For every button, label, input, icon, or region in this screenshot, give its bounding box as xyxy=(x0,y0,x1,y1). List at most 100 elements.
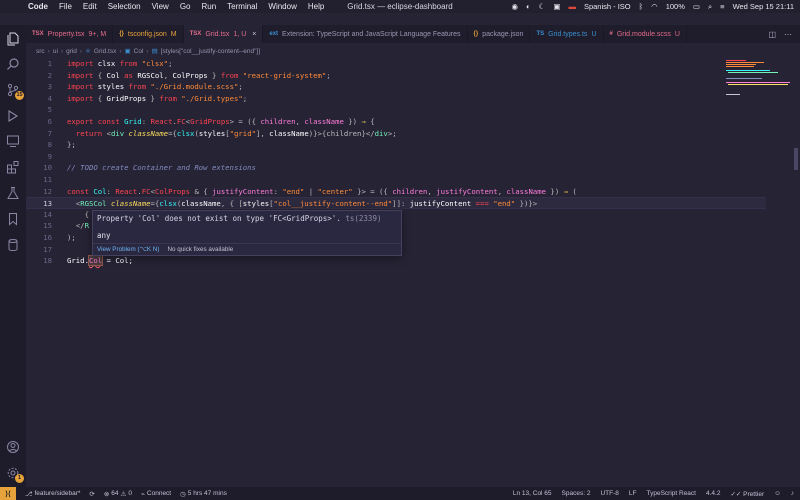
code-line[interactable]: 11 xyxy=(26,174,766,186)
code-editor[interactable]: 1 import clsx from "clsx"; 2 import { Col a… xyxy=(26,58,786,486)
code-line[interactable]: 18 Grid.Col = Col; xyxy=(26,255,766,267)
remote-explorer-icon[interactable] xyxy=(5,133,21,149)
tab-extension-typescript-and-javascript-language-features[interactable]: ext Extension: TypeScript and JavaScript … xyxy=(263,25,468,43)
code-token: "grid" xyxy=(229,128,256,138)
code-token: < xyxy=(67,199,81,209)
breadcrumb-file[interactable]: Grid.tsx xyxy=(94,48,116,55)
remote-indicator-icon[interactable]: ⟩⟨ xyxy=(0,487,16,500)
code-line[interactable]: 4 import { GridProps } from "./Grid.types… xyxy=(26,93,766,105)
flag-icon: ▬ xyxy=(568,2,576,11)
code-line[interactable]: 12 const Col: React.FC<ColProps & { justi… xyxy=(26,186,766,198)
menu-window[interactable]: Window xyxy=(268,2,296,11)
cursor-position[interactable]: Ln 13, Col 65 xyxy=(513,490,552,498)
battery-percent[interactable]: 100% xyxy=(666,2,685,11)
code-line[interactable]: 2 import { Col as RGSCol, ColProps } from… xyxy=(26,70,766,82)
vertical-scrollbar[interactable] xyxy=(794,148,798,170)
code-line[interactable]: 8}; xyxy=(26,139,766,151)
settings-gear-icon[interactable]: 1 xyxy=(5,465,24,483)
code-line[interactable]: 6 export const Grid: React.FC<GridProps> … xyxy=(26,116,766,128)
notifications-icon[interactable]: ♪ xyxy=(791,490,794,498)
search-icon[interactable]: ⌕ xyxy=(708,2,712,12)
code-token: Col xyxy=(106,70,125,80)
code-token: | xyxy=(304,186,318,196)
menu-edit[interactable]: Edit xyxy=(83,2,97,11)
breadcrumb-symbol[interactable]: Col xyxy=(134,48,144,55)
language-mode[interactable]: TypeScript React xyxy=(646,490,696,498)
line-number: 2 xyxy=(47,70,52,80)
code-line[interactable]: 13 <RGSCol className={clsx(className, { … xyxy=(26,197,766,209)
view-problem-link[interactable]: View Problem (⌥K N) xyxy=(97,246,159,253)
line-number: 8 xyxy=(47,140,52,150)
tab-package-json[interactable]: {} package.json xyxy=(468,25,531,43)
plug-icon: ⌁ xyxy=(140,490,145,498)
property-icon: ▤ xyxy=(151,48,158,55)
account-icon[interactable] xyxy=(5,439,21,455)
source-control-icon[interactable]: 15 xyxy=(5,82,24,100)
code-token: as xyxy=(124,70,133,80)
menu-help[interactable]: Help xyxy=(308,2,324,11)
line-code: import { GridProps } from "./Grid.types"… xyxy=(67,93,247,105)
camera-icon[interactable]: ▣ xyxy=(553,2,560,11)
branch-item[interactable]: ⎇ feature/sidebar* xyxy=(25,490,80,498)
code-line[interactable]: 1 import clsx from "clsx"; xyxy=(26,58,766,70)
menu-terminal[interactable]: Terminal xyxy=(227,2,257,11)
code-line[interactable]: 9 xyxy=(26,151,766,163)
no-quick-fixes-label: No quick fixes available xyxy=(167,246,234,253)
creative-cloud-icon[interactable]: ◉ xyxy=(512,2,519,11)
menu-extras: ◉ ◐ ☾ ▣ ▬ Spanish - ISO ᛒ ◠ 100% ▭ ⌕ ≡ W… xyxy=(512,2,794,12)
control-icon[interactable]: ◐ xyxy=(526,2,531,11)
menu-view[interactable]: View xyxy=(152,2,169,11)
menu-app-code[interactable]: Code xyxy=(28,2,48,11)
bookmark-icon[interactable] xyxy=(5,211,21,227)
menu-go[interactable]: Go xyxy=(180,2,191,11)
sync-icon[interactable]: ⟳ xyxy=(89,490,94,498)
code-line[interactable]: 7 return <div className={clsx(styles["gr… xyxy=(26,128,766,140)
activity-bar: 15 1 xyxy=(0,25,26,487)
clock[interactable]: Wed Sep 15 21:11 xyxy=(733,2,794,11)
search-icon[interactable] xyxy=(5,56,21,72)
code-token: "end" xyxy=(493,199,516,209)
menu-selection[interactable]: Selection xyxy=(108,2,141,11)
bluetooth-icon[interactable]: ᛒ xyxy=(639,2,644,11)
breadcrumb-property[interactable]: [styles["col__justify-content--end"]] xyxy=(161,48,260,55)
indentation[interactable]: Spaces: 2 xyxy=(562,490,591,498)
breadcrumb-src[interactable]: src xyxy=(36,48,45,55)
tab-property-tsx[interactable]: TSX Property.tsx 9+, M xyxy=(26,25,114,43)
close-icon[interactable]: × xyxy=(252,31,256,38)
tab-tsconfig-json[interactable]: {} tsconfig.json M xyxy=(113,25,184,43)
encoding[interactable]: UTF-8 xyxy=(600,490,618,498)
input-source[interactable]: Spanish - ISO xyxy=(584,2,631,11)
prettier-item[interactable]: ✓✓ Prettier xyxy=(730,490,764,498)
menu-file[interactable]: File xyxy=(59,2,72,11)
breadcrumb-grid[interactable]: grid xyxy=(66,48,77,55)
warning-icon: ⚠ xyxy=(120,490,127,498)
time-tracker-item[interactable]: ◷ 5 hrs 47 mins xyxy=(180,490,227,498)
code-line[interactable]: 5 xyxy=(26,104,766,116)
menu-run[interactable]: Run xyxy=(201,2,216,11)
more-actions-icon[interactable]: ⋯ xyxy=(784,30,792,39)
explorer-icon[interactable] xyxy=(5,31,21,47)
tab-grid-tsx[interactable]: TSX Grid.tsx 1, U × xyxy=(183,25,264,43)
split-editor-icon[interactable]: ◫ xyxy=(768,30,776,39)
code-line[interactable]: 3 import styles from "./Grid.module.scss"… xyxy=(26,81,766,93)
problems-item[interactable]: ⊗ 64 ⚠ 0 xyxy=(104,490,132,498)
run-debug-icon[interactable] xyxy=(5,108,21,124)
line-number: 16 xyxy=(43,233,52,242)
ts-version[interactable]: 4.4.2 xyxy=(706,490,720,498)
breadcrumb-ui[interactable]: ui xyxy=(53,48,58,55)
end-of-line[interactable]: LF xyxy=(629,490,637,498)
control-center-icon[interactable]: ≡ xyxy=(720,2,724,11)
tab-grid-module-scss[interactable]: # Grid.module.scss U xyxy=(604,25,687,43)
feedback-icon[interactable]: ☺ xyxy=(774,490,781,498)
wifi-icon[interactable]: ◠ xyxy=(651,2,658,11)
database-icon[interactable] xyxy=(5,237,21,253)
line-code: const Col: React.FC<ColProps & { justify… xyxy=(67,186,577,198)
tab-grid-types-ts[interactable]: TS Grid.types.ts U xyxy=(530,25,604,43)
minimap[interactable] xyxy=(726,58,792,98)
code-line[interactable]: 10 // TODO create Container and Row exten… xyxy=(26,162,766,174)
extensions-icon[interactable] xyxy=(5,159,21,175)
connect-item[interactable]: ⌁ Connect xyxy=(141,490,171,498)
moon-icon[interactable]: ☾ xyxy=(539,2,546,11)
testing-icon[interactable] xyxy=(5,185,21,201)
code-token: children xyxy=(260,117,296,126)
